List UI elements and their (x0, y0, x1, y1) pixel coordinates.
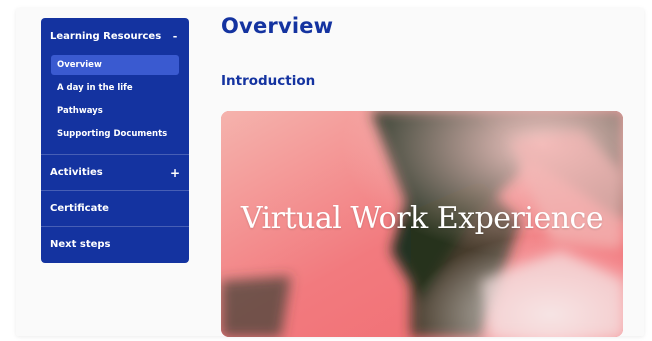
sidebar-nav: Learning Resources - Overview A day in t… (41, 18, 189, 263)
sidebar-item-next-steps[interactable]: Next steps (41, 227, 189, 262)
learning-resources-list: Overview A day in the life Pathways Supp… (41, 54, 189, 154)
sidebar-item-activities[interactable]: Activities + (41, 155, 189, 190)
learning-resources-header[interactable]: Learning Resources - (41, 18, 189, 54)
sidebar-item-overview[interactable]: Overview (51, 55, 179, 75)
activities-label: Activities (50, 167, 103, 178)
section-title: Introduction (221, 73, 316, 89)
certificate-label: Certificate (50, 203, 109, 214)
sidebar-item-a-day-in-the-life[interactable]: A day in the life (51, 78, 179, 98)
hero-title: Virtual Work Experience (240, 201, 604, 236)
sidebar-item-certificate[interactable]: Certificate (41, 191, 189, 226)
learning-resources-label: Learning Resources (50, 30, 162, 42)
expand-icon[interactable]: + (170, 166, 180, 180)
collapse-icon[interactable]: - (170, 30, 180, 43)
hero-banner: Virtual Work Experience (221, 111, 623, 337)
sidebar-item-pathways[interactable]: Pathways (51, 101, 179, 121)
page-title: Overview (221, 14, 334, 38)
sidebar-item-supporting-documents[interactable]: Supporting Documents (51, 124, 179, 144)
next-steps-label: Next steps (50, 239, 111, 250)
